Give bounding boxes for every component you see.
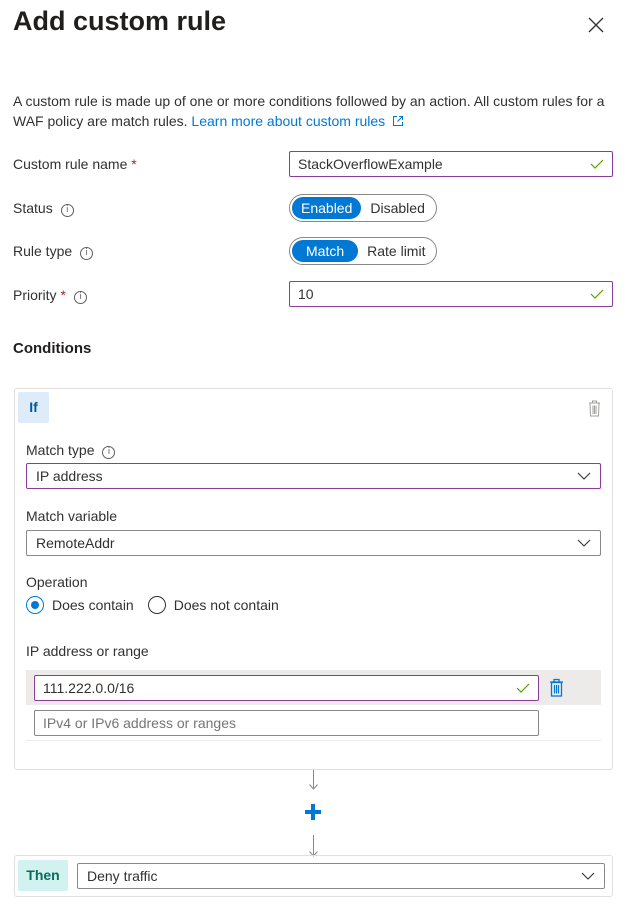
required-mark: * [60, 287, 66, 303]
match-type-dropdown[interactable]: IP address [26, 463, 601, 489]
ip-entry-input[interactable]: 111.222.0.0/16 [34, 675, 539, 701]
divider [26, 740, 601, 741]
radio-does-contain[interactable]: Does contain [26, 596, 134, 614]
rule-name-input[interactable]: StackOverflowExample [289, 151, 613, 177]
info-icon[interactable]: i [73, 291, 87, 304]
match-variable-dropdown[interactable]: RemoteAddr [26, 530, 601, 556]
then-badge: Then [18, 860, 68, 891]
checkmark-icon [590, 159, 604, 169]
close-icon[interactable] [585, 14, 607, 36]
rule-type-label: Rule type i [13, 243, 94, 260]
if-badge: If [18, 392, 49, 423]
radio-does-not-contain[interactable]: Does not contain [147, 596, 279, 614]
ip-range-label: IP address or range [26, 643, 149, 659]
rule-type-toggle[interactable]: Match Rate limit [289, 237, 438, 265]
chevron-down-icon [577, 539, 591, 547]
operation-radio-group: Does contain Does not contain [26, 596, 279, 614]
external-link-icon [393, 116, 404, 126]
info-icon[interactable]: i [102, 446, 116, 459]
trash-icon[interactable] [587, 399, 602, 417]
description: A custom rule is made up of one or more … [13, 91, 617, 131]
info-icon[interactable]: i [80, 247, 94, 260]
plus-icon[interactable] [303, 802, 323, 822]
checkmark-icon [516, 683, 530, 693]
priority-input[interactable]: 10 [289, 281, 613, 307]
action-dropdown[interactable]: Deny traffic [77, 863, 605, 889]
rule-type-option-match[interactable]: Match [292, 240, 359, 262]
status-option-disabled[interactable]: Disabled [361, 197, 433, 219]
conditions-heading: Conditions [13, 340, 92, 357]
page-title: Add custom rule [13, 6, 227, 36]
arrow-down-icon [309, 784, 318, 790]
required-mark: * [131, 156, 137, 172]
chevron-down-icon [581, 872, 595, 880]
operation-label: Operation [26, 574, 88, 590]
status-toggle[interactable]: Enabled Disabled [289, 194, 437, 222]
new-ip-input[interactable] [34, 710, 539, 736]
status-label: Status i [13, 200, 74, 217]
checkmark-icon [590, 289, 604, 299]
match-variable-label: Match variable [26, 508, 118, 524]
status-option-enabled[interactable]: Enabled [292, 197, 362, 219]
priority-label: Priority * i [13, 287, 87, 304]
match-type-label: Match type i [26, 442, 116, 459]
info-icon[interactable]: i [60, 204, 74, 217]
delete-ip-icon[interactable] [549, 678, 564, 697]
chevron-down-icon [577, 472, 591, 480]
rule-name-label: Custom rule name * [13, 156, 137, 172]
learn-more-link[interactable]: Learn more about custom rules [191, 113, 404, 129]
rule-type-option-rate-limit[interactable]: Rate limit [358, 240, 434, 262]
